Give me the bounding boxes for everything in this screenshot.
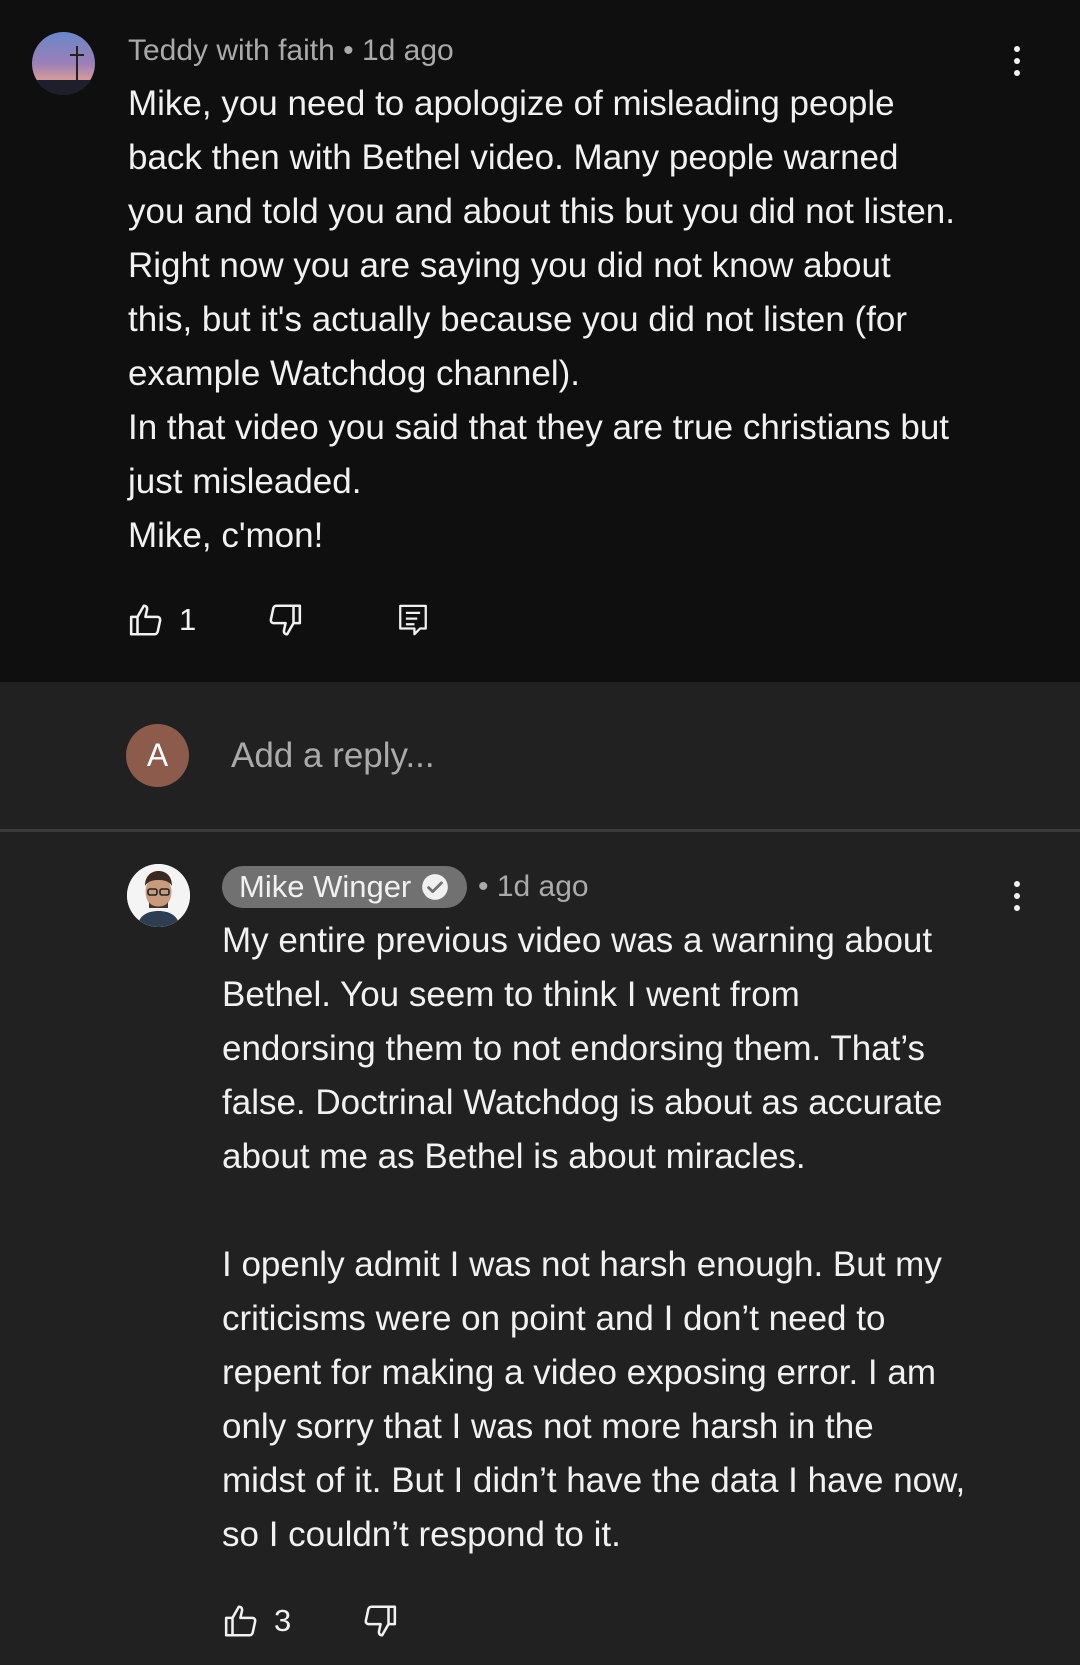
timestamp: • 1d ago bbox=[343, 34, 454, 67]
like-button[interactable] bbox=[127, 601, 167, 639]
thumbs-up-icon bbox=[129, 604, 162, 636]
comment-body: Mike, you need to apologize of misleadin… bbox=[128, 84, 955, 555]
avatar-mike[interactable] bbox=[127, 864, 190, 927]
comment-meta: Teddy with faith • 1d ago bbox=[128, 33, 454, 69]
reply-icon bbox=[399, 604, 428, 636]
dislike-button[interactable] bbox=[264, 601, 304, 639]
timestamp: • 1d ago bbox=[478, 870, 589, 903]
like-count: 3 bbox=[274, 1603, 292, 1638]
author-name: Mike Winger bbox=[239, 869, 412, 904]
avatar-teddy[interactable] bbox=[32, 32, 95, 95]
avatar-image bbox=[32, 32, 95, 95]
comment-actions: 1 bbox=[127, 598, 430, 642]
dislike-button[interactable] bbox=[359, 1602, 399, 1640]
thumbs-down-icon bbox=[269, 604, 302, 636]
avatar-letter: A bbox=[146, 737, 169, 773]
thumbs-down-icon bbox=[364, 1605, 397, 1637]
reply-button[interactable] bbox=[396, 601, 430, 639]
reply-actions: 3 bbox=[222, 1599, 399, 1643]
like-count: 1 bbox=[179, 602, 197, 637]
reply-input[interactable]: Add a reply... bbox=[231, 734, 435, 778]
verified-check-icon bbox=[422, 874, 449, 900]
author-name[interactable]: Teddy with faith bbox=[128, 34, 335, 67]
like-button[interactable] bbox=[222, 1602, 262, 1640]
thumbs-up-icon bbox=[224, 1605, 257, 1637]
user-avatar: A bbox=[126, 724, 189, 787]
avatar-image bbox=[127, 864, 190, 927]
reply-body: My entire previous video was a warning a… bbox=[222, 921, 966, 1554]
author-chip[interactable]: Mike Winger bbox=[222, 866, 468, 908]
